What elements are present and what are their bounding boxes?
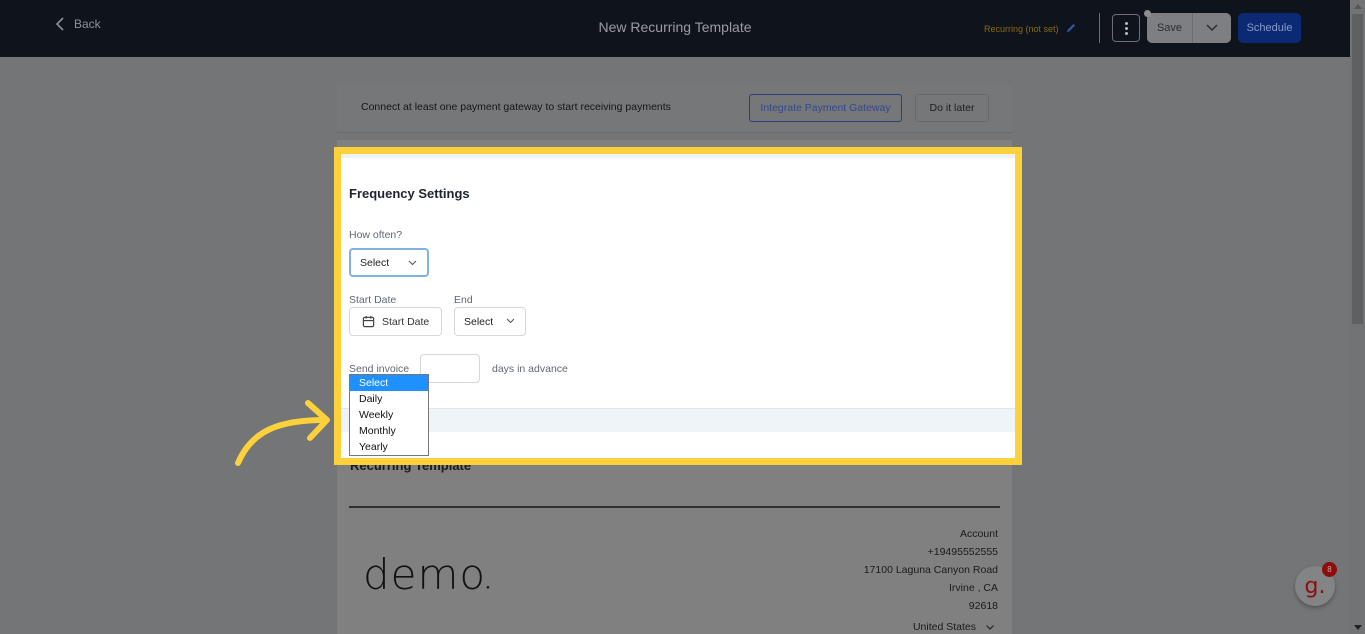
calendar-icon [362,315,375,328]
panel-top-strip [341,154,1015,158]
start-date-button-label: Start Date [382,315,430,328]
how-often-dropdown-list: Select Daily Weekly Monthly Yearly [349,374,429,456]
tooltip-dot [1144,10,1151,17]
address-phone: +19495552555 [927,546,998,558]
help-widget-glyph: g. [1304,573,1326,599]
kebab-icon [1124,21,1128,36]
frequency-settings-panel: Frequency Settings How often? Select Sta… [334,147,1022,465]
chevron-down-icon [986,624,994,630]
recurring-status[interactable]: Recurring (not set) [984,22,1077,36]
start-date-button[interactable]: Start Date [349,307,442,336]
country-select[interactable]: United States [913,621,994,633]
end-label: End [454,294,473,306]
frequency-settings-title: Frequency Settings [349,186,470,201]
section-strip [341,408,1015,432]
end-value: Select [464,315,494,328]
schedule-button[interactable]: Schedule [1238,13,1301,43]
option-monthly[interactable]: Monthly [350,423,428,439]
logo-text: demo [363,550,487,599]
do-it-later-button[interactable]: Do it later [915,94,989,122]
save-button[interactable]: Save [1147,13,1193,43]
business-address: Account +19495552555 17100 Laguna Canyon… [864,525,998,615]
option-select[interactable]: Select [350,375,428,391]
address-zip: 92618 [968,600,998,612]
days-in-advance-label: days in advance [492,363,568,375]
country-value: United States [912,621,976,633]
divider [1099,13,1100,43]
option-daily[interactable]: Daily [350,391,428,407]
top-bar: Back New Recurring Template Recurring (n… [0,0,1350,57]
chevron-down-icon [408,260,417,266]
start-date-label: Start Date [349,294,397,306]
save-button-group: Save [1147,13,1231,43]
end-select[interactable]: Select [454,307,526,336]
payment-gateway-banner: Connect at least one payment gateway to … [337,85,1012,133]
chevron-down-icon [506,318,515,324]
page-scrollbar[interactable] [1350,0,1365,634]
address-name: Account [960,528,998,540]
option-yearly[interactable]: Yearly [350,439,428,455]
how-often-label: How often? [349,229,403,241]
annotation-arrow-icon [235,400,330,466]
scrollbar-thumb[interactable] [1352,14,1363,324]
integrate-payment-gateway-button[interactable]: Integrate Payment Gateway [749,94,902,122]
option-weekly[interactable]: Weekly [350,407,428,423]
how-often-value: Select [360,256,390,269]
scroll-up-arrow-icon[interactable] [1350,0,1365,13]
days-in-advance-input[interactable] [420,354,480,383]
pencil-icon[interactable] [1065,22,1077,36]
more-options-button[interactable] [1112,14,1140,42]
notification-badge: 8 [1322,562,1337,577]
company-logo: demo● [363,550,491,599]
scroll-down-arrow-icon[interactable] [1350,621,1365,634]
banner-message: Connect at least one payment gateway to … [361,101,671,113]
save-dropdown-button[interactable] [1193,13,1231,43]
recurring-status-text: Recurring (not set) [984,24,1059,34]
chevron-down-icon [1206,24,1218,32]
address-city-state: Irvine , CA [948,582,998,594]
how-often-select[interactable]: Select [349,248,429,277]
document-divider [349,506,1000,508]
address-street: 17100 Laguna Canyon Road [863,564,998,576]
